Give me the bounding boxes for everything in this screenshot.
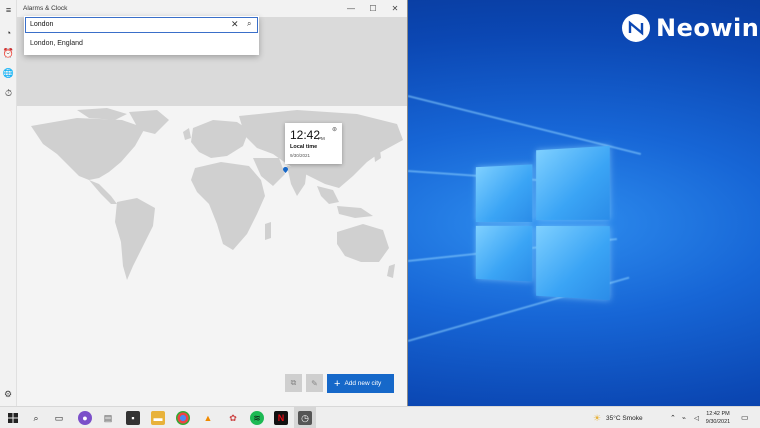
clock-time[interactable]: 12:42 PM xyxy=(700,411,736,417)
card-ampm: PM xyxy=(318,136,325,141)
taskbar: ⌕ ▭ ● ▤ ▪ ▬ ▲ ✿ ≋ N ◷ ☀ 35°C Smoke ⌃ ⌁ ◁… xyxy=(0,406,760,428)
windows-logo xyxy=(475,145,614,301)
photos-icon[interactable]: ▤ xyxy=(101,411,115,425)
paint-icon[interactable]: ✿ xyxy=(226,411,240,425)
weather-text[interactable]: 35°C Smoke xyxy=(606,415,643,422)
task-view-icon[interactable]: ▭ xyxy=(52,411,66,425)
minimize-button[interactable]: — xyxy=(340,2,362,15)
netflix-icon[interactable]: N xyxy=(274,411,288,425)
edit-button[interactable]: ✎ xyxy=(306,374,323,392)
nav-rail: ≡ ◔ ⏰ 🌐 ⏱ xyxy=(0,0,17,406)
stopwatch-icon[interactable]: ⏱ xyxy=(0,85,17,101)
card-label: Local time xyxy=(290,144,318,150)
tray-chevron-icon[interactable]: ⌃ xyxy=(670,414,676,422)
suggestion-item[interactable]: London, England xyxy=(25,34,258,54)
volume-icon[interactable]: ◁ xyxy=(694,414,699,422)
alarm-icon[interactable]: ⏰ xyxy=(0,45,17,61)
pin-icon[interactable]: ⊛ xyxy=(332,126,337,133)
add-new-city-button[interactable]: + Add new city xyxy=(327,374,394,393)
firefox-icon[interactable]: ● xyxy=(78,411,92,425)
close-button[interactable]: ✕ xyxy=(384,2,406,15)
spotify-icon[interactable]: ≋ xyxy=(250,411,264,425)
timer-icon[interactable]: ◔ xyxy=(0,25,17,41)
world-map[interactable] xyxy=(17,106,407,406)
city-search-input[interactable]: London ✕ ⌕ xyxy=(25,17,258,33)
window-title: Alarms & Clock xyxy=(23,5,68,12)
clear-icon[interactable]: ✕ xyxy=(231,19,239,30)
file-explorer-icon[interactable]: ▬ xyxy=(151,411,165,425)
add-new-city-label: Add new city xyxy=(344,380,382,387)
weather-icon[interactable]: ☀ xyxy=(590,411,604,425)
start-icon[interactable] xyxy=(6,411,20,425)
neowin-brand: Neowin xyxy=(656,14,760,42)
chrome-icon[interactable] xyxy=(176,411,190,425)
compare-button[interactable]: ⧉ xyxy=(285,374,302,392)
world-clock-icon[interactable]: 🌐 xyxy=(0,65,17,81)
alarms-clock-window: Alarms & Clock — ☐ ✕ ≡ ◔ ⏰ 🌐 ⏱ 12:42 PM … xyxy=(0,0,408,406)
hamburger-menu-icon[interactable]: ≡ xyxy=(0,2,17,18)
search-icon[interactable]: ⌕ xyxy=(247,19,251,29)
plus-icon: + xyxy=(334,377,341,390)
search-value: London xyxy=(30,21,54,28)
store-icon[interactable]: ▪ xyxy=(126,411,140,425)
notifications-icon[interactable]: ▭ xyxy=(741,413,749,422)
city-search-popup: London ✕ ⌕ London, England xyxy=(24,16,259,55)
network-icon[interactable]: ⌁ xyxy=(682,414,686,422)
title-bar[interactable]: Alarms & Clock — ☐ ✕ xyxy=(0,0,407,17)
vlc-icon[interactable]: ▲ xyxy=(201,411,215,425)
neowin-logo-icon xyxy=(622,14,650,42)
neowin-watermark: Neowin xyxy=(622,14,759,42)
clock-date[interactable]: 9/30/2021 xyxy=(700,419,736,425)
search-icon[interactable]: ⌕ xyxy=(29,411,43,425)
suggestion-label: London, England xyxy=(30,40,83,47)
settings-gear-icon[interactable]: ⚙ xyxy=(4,389,12,400)
alarms-icon[interactable]: ◷ xyxy=(298,411,312,425)
location-marker-icon xyxy=(283,167,288,173)
card-date: 9/30/2021 xyxy=(290,153,311,158)
card-time: 12:42 xyxy=(290,128,321,142)
maximize-button[interactable]: ☐ xyxy=(362,2,384,15)
local-time-card: 12:42 PM ⊛ Local time 9/30/2021 xyxy=(285,123,342,164)
world-map-graphic xyxy=(31,108,403,280)
